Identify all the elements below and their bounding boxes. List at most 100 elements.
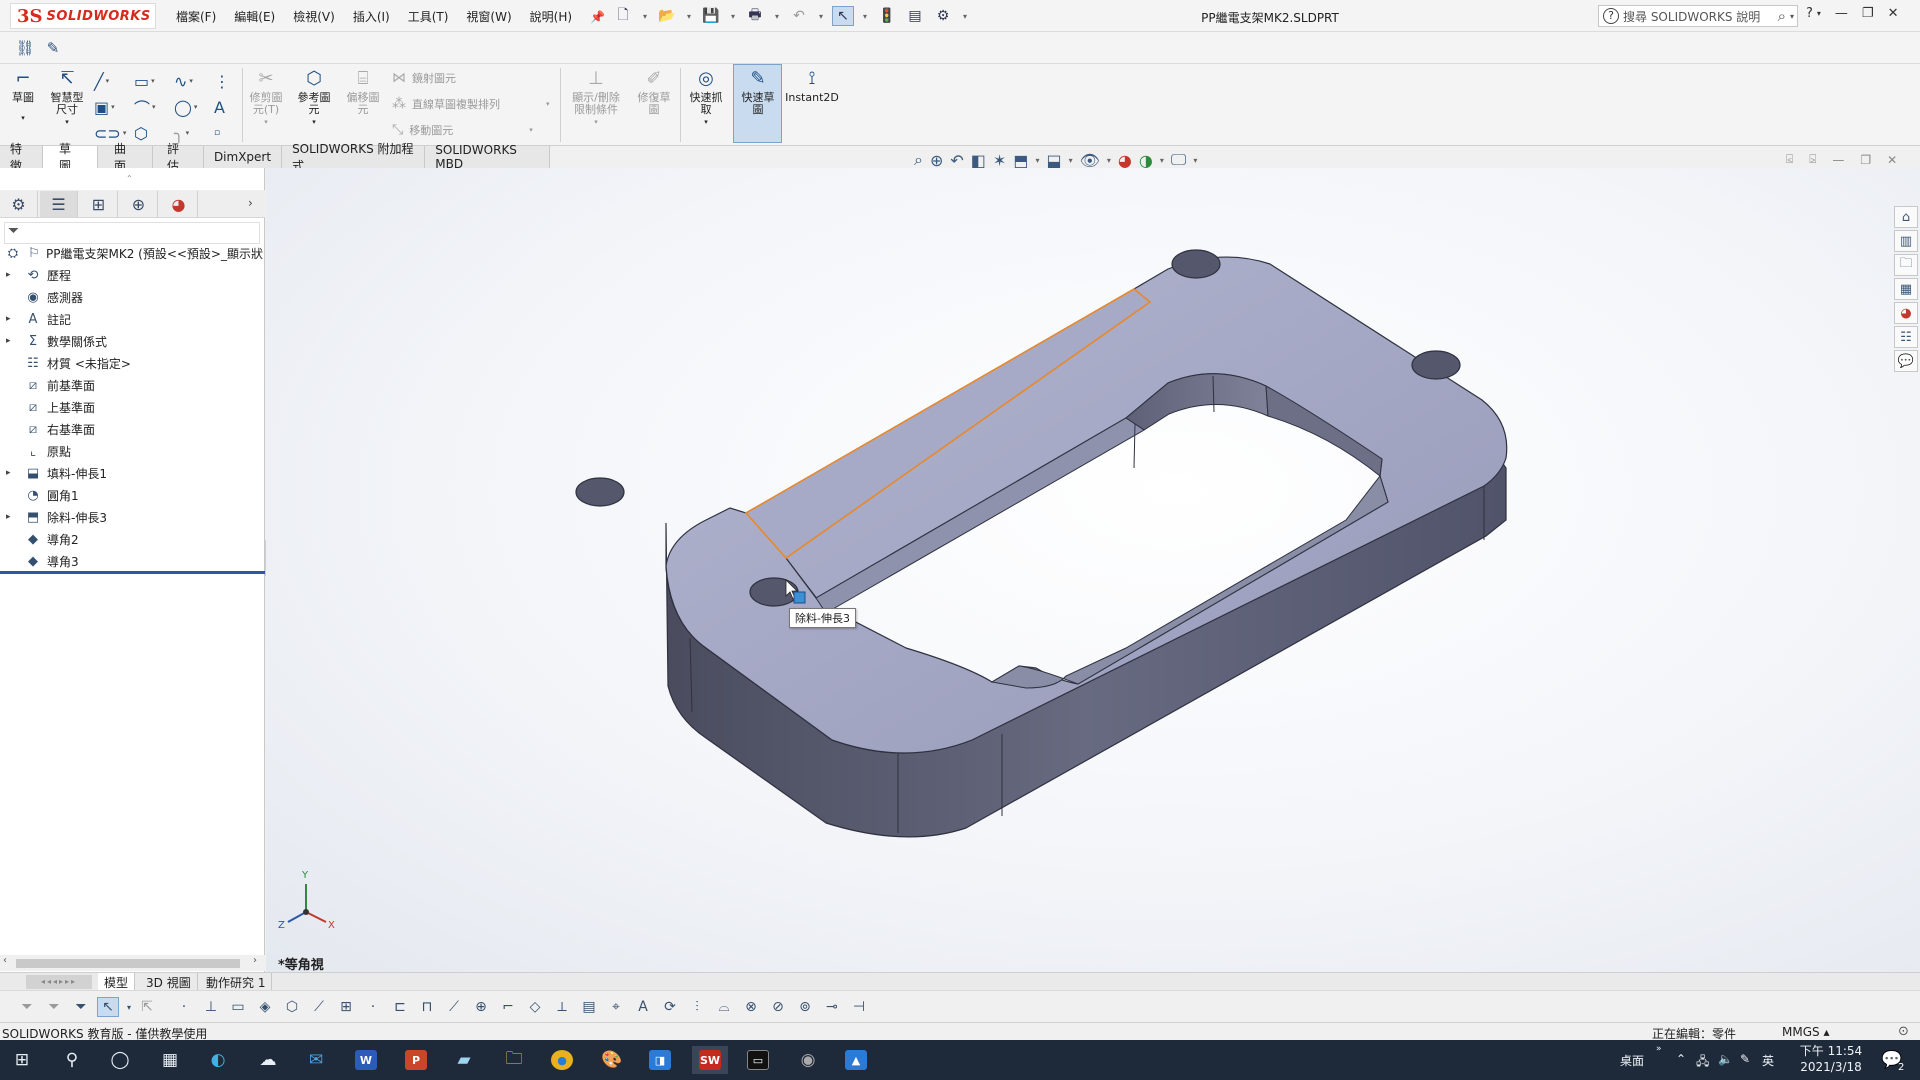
menu-view[interactable]: 檢視(V): [293, 8, 335, 25]
print-icon[interactable]: 🖶: [744, 6, 766, 26]
repair-sketch-button[interactable]: ✐ 修復草 圖: [634, 68, 674, 116]
notification-center-icon[interactable]: 💬: [1874, 1046, 1910, 1074]
menu-help[interactable]: 說明(H): [530, 8, 572, 25]
tree-item[interactable]: ◔ 圓角1: [0, 484, 265, 506]
expand-arrow-icon[interactable]: ▸: [6, 314, 16, 324]
mail-icon[interactable]: ✉: [298, 1046, 334, 1074]
tab-navigation-arrows[interactable]: ◂◂◂▸▸▸: [26, 975, 92, 989]
help-search-input[interactable]: 搜尋 SOLIDWORKS 說明: [1623, 8, 1774, 25]
filter-sketch-segments-icon[interactable]: ⊏: [389, 997, 411, 1017]
new-document-icon[interactable]: 🗋: [612, 6, 634, 26]
pin-icon[interactable]: 📌: [590, 10, 605, 24]
select-arrow-icon[interactable]: ↖: [97, 997, 119, 1017]
trim-entities-button[interactable]: ✂ 修剪圖 元(T) ▾: [246, 68, 286, 128]
custom-properties-icon[interactable]: ☷: [1894, 326, 1918, 348]
rectangle-icon[interactable]: ▭ ▾: [134, 68, 174, 94]
tray-overflow-icon[interactable]: ⌃: [1676, 1052, 1686, 1066]
options-gear-icon[interactable]: ⚙: [932, 6, 954, 26]
chrome-icon[interactable]: ●: [544, 1046, 580, 1074]
tree-item[interactable]: ⧄ 上基準面: [0, 396, 265, 418]
configuration-manager-tab-icon[interactable]: ⊞: [80, 191, 118, 217]
arc-icon[interactable]: ⌒ ▾: [134, 94, 174, 120]
photos-app-icon[interactable]: ▲: [838, 1046, 874, 1074]
cortana-icon[interactable]: ◯: [102, 1046, 138, 1074]
tray-chevron-icon[interactable]: »: [1656, 1044, 1662, 1054]
options-dropdown-icon[interactable]: ▾: [960, 6, 970, 26]
text-icon[interactable]: A: [214, 94, 236, 120]
filter-gtol-icon[interactable]: ⌖: [605, 997, 627, 1017]
tab-motion-study[interactable]: 動作研究 1: [200, 973, 273, 991]
convert-entities-button[interactable]: ⬡ 參考圖 元 ▾: [294, 68, 334, 128]
view-settings-icon[interactable]: 🖵: [1171, 150, 1186, 170]
blue-app-icon[interactable]: ◨: [642, 1046, 678, 1074]
tree-item[interactable]: ▸ ⬒ 除料-伸長3: [0, 506, 265, 528]
save-icon[interactable]: 💾: [700, 6, 722, 26]
line-icon[interactable]: ╱ ▾: [94, 68, 134, 94]
point-icon[interactable]: ▫: [214, 120, 236, 146]
solidworks-taskbar-icon[interactable]: SW: [692, 1046, 728, 1074]
hide-show-items-icon[interactable]: 👁: [1080, 151, 1100, 170]
tab-3d-views[interactable]: 3D 視圖: [140, 973, 198, 991]
filter-center-marks-icon[interactable]: ⊕: [470, 997, 492, 1017]
filter-solids-icon[interactable]: ⬡: [281, 997, 303, 1017]
display-style-icon[interactable]: ⬓: [1046, 151, 1061, 170]
filter-surfaces-icon[interactable]: ◈: [254, 997, 276, 1017]
tree-item[interactable]: ▸ ⬓ 填料-伸長1: [0, 462, 265, 484]
tray-desktop-label[interactable]: 桌面: [1620, 1052, 1644, 1069]
dimxpert-manager-tab-icon[interactable]: ⊕: [120, 191, 158, 217]
print-dropdown-icon[interactable]: ▾: [772, 6, 782, 26]
tab-dimxpert[interactable]: DimXpert: [204, 146, 283, 168]
volume-icon[interactable]: 🔈: [1718, 1052, 1733, 1066]
display-manager-tab-icon[interactable]: ◕: [160, 191, 198, 217]
filter-datum-target-icon[interactable]: ⊘: [767, 997, 789, 1017]
tab-surfaces[interactable]: 曲面: [98, 142, 153, 173]
filter-sketch-points-icon[interactable]: ⋅: [362, 997, 384, 1017]
help-icon[interactable]: ?: [1806, 6, 1813, 21]
filter-connection-icon[interactable]: ⊗: [740, 997, 762, 1017]
quick-snaps-button[interactable]: ◎ 快速抓 取 ▾: [686, 68, 726, 128]
section-view-icon[interactable]: ◧: [971, 151, 986, 170]
view-palette-icon[interactable]: ▦: [1894, 278, 1918, 300]
filter-edges-icon[interactable]: ⊥: [200, 997, 222, 1017]
filter-misc-icon[interactable]: ⊸: [821, 997, 843, 1017]
tree-item[interactable]: ◆ 導角2: [0, 528, 265, 550]
design-library-icon[interactable]: ▥: [1894, 230, 1918, 252]
tree-item[interactable]: ⧄ 右基準面: [0, 418, 265, 440]
menu-file[interactable]: 檔案(F): [176, 8, 216, 25]
previous-view-icon[interactable]: ↶: [950, 151, 963, 170]
unit-system-selector[interactable]: MMGS ▴: [1782, 1025, 1829, 1039]
tab-model[interactable]: 模型: [98, 973, 136, 991]
filter-weld-icon[interactable]: ⟂: [551, 997, 573, 1017]
tree-root-part[interactable]: ⛭ ⚐ PP繼電支架MK2 (預設<<預設>_顯示狀: [0, 242, 265, 264]
filter-notes-icon[interactable]: ▤: [578, 997, 600, 1017]
sphere-app-icon[interactable]: ◉: [790, 1046, 826, 1074]
circle-icon[interactable]: ◯ ▾: [174, 94, 214, 120]
solidworks-logo[interactable]: 3S SOLIDWORKS: [10, 3, 156, 29]
filter-centers-icon[interactable]: ⟋: [443, 997, 465, 1017]
open-dropdown-icon[interactable]: ▾: [684, 6, 694, 26]
select-other-icon[interactable]: ⇱: [136, 997, 158, 1017]
grid-icon[interactable]: ⋮: [214, 68, 236, 94]
feature-tree-filter[interactable]: ⏷: [4, 222, 260, 244]
tree-item[interactable]: ⧄ 前基準面: [0, 374, 265, 396]
zoom-to-area-icon[interactable]: ⊕: [930, 151, 943, 170]
smart-dimension-button[interactable]: ↸ 智慧型 尺寸 ▾: [44, 68, 90, 128]
horizontal-scrollbar[interactable]: ‹ ›: [0, 955, 265, 971]
help-search-box[interactable]: ? 搜尋 SOLIDWORKS 說明 ⌕ ▾: [1598, 5, 1798, 27]
tab-addins[interactable]: SOLIDWORKS 附加程式: [282, 142, 426, 173]
ime-language-indicator[interactable]: 英: [1762, 1052, 1774, 1069]
windows-start-icon[interactable]: ⊞: [4, 1046, 40, 1074]
undo-dropdown-icon[interactable]: ▾: [816, 6, 826, 26]
network-icon[interactable]: 🖧: [1696, 1052, 1709, 1073]
open-folder-icon[interactable]: 📂: [656, 6, 678, 26]
paint-app-icon[interactable]: 🎨: [594, 1046, 630, 1074]
apply-scene-icon[interactable]: ◑: [1139, 151, 1153, 170]
property-manager-tab-icon[interactable]: ☰: [40, 191, 78, 217]
pen-icon[interactable]: ✎: [1740, 1052, 1750, 1066]
tree-item[interactable]: ▸ A 註記: [0, 308, 265, 330]
assembly-icon[interactable]: ⛓: [12, 36, 38, 60]
close-icon[interactable]: ✕: [1888, 6, 1899, 21]
mirror-entities-button[interactable]: ⋈ 鏡射圖元: [392, 70, 456, 86]
scroll-left-icon[interactable]: ‹: [3, 955, 7, 966]
tree-item[interactable]: ▸ Σ 數學關係式: [0, 330, 265, 352]
